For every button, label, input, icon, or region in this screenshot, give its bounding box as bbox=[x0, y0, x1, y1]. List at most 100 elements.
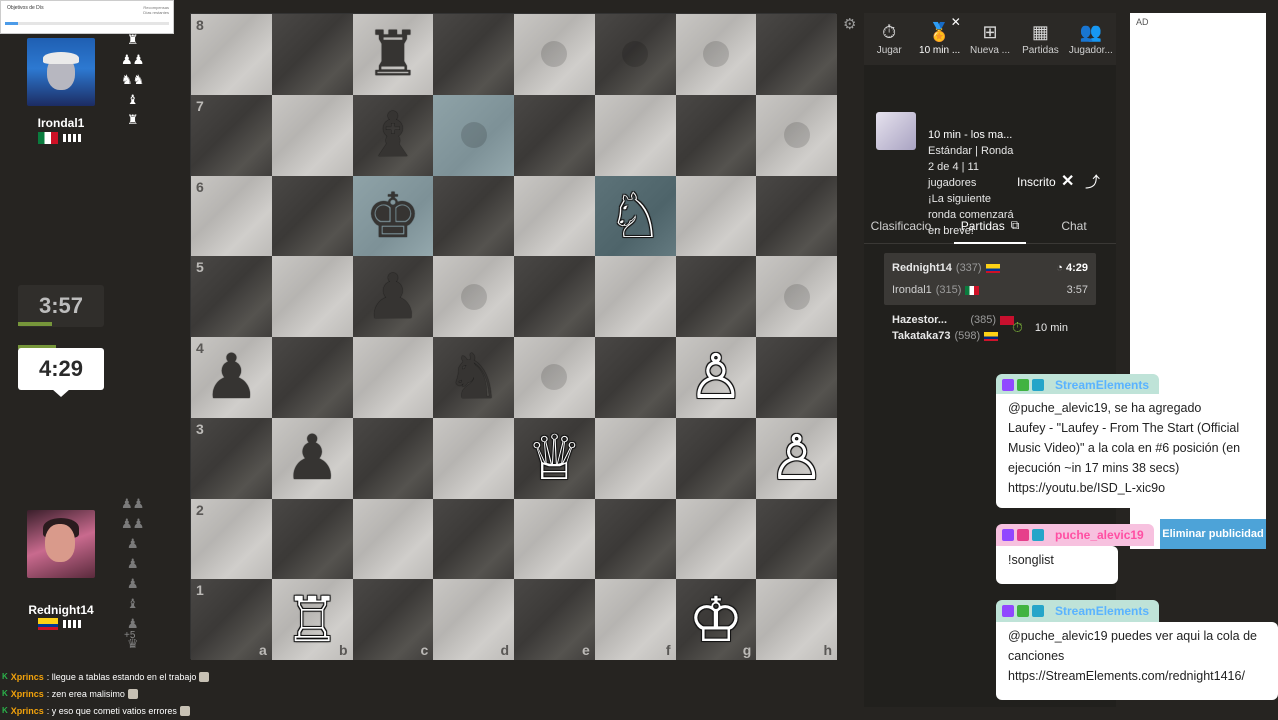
square-a7[interactable]: 7 bbox=[191, 94, 272, 176]
square-h5[interactable] bbox=[756, 256, 837, 337]
square-e6[interactable] bbox=[514, 175, 595, 257]
square-d4[interactable]: ♞ bbox=[433, 337, 514, 418]
move-hint-dot[interactable] bbox=[460, 122, 487, 149]
square-d3[interactable] bbox=[433, 417, 514, 499]
square-b5[interactable] bbox=[271, 256, 353, 337]
white-piece-g4[interactable]: ♙ bbox=[688, 346, 744, 408]
objectives-widget[interactable]: Objetivos de Dís Recompensas Días restan… bbox=[0, 0, 174, 34]
square-d5[interactable] bbox=[433, 256, 514, 337]
tab-standings[interactable]: Clasificacio... bbox=[864, 208, 948, 243]
game-row-current[interactable]: Rednight14 (337) ◔ 4:29 Irondal1 (315) 3… bbox=[884, 253, 1096, 305]
square-g2[interactable] bbox=[675, 498, 757, 580]
square-d1[interactable]: d bbox=[433, 579, 514, 660]
square-c5[interactable]: ♟ bbox=[352, 256, 434, 337]
chess-board[interactable]: 8 ♜ 7 ♝ 6 ♚ ♘ 5 ♟ 4 ♟ ♞ ♙ 3 ♟ ♕ ♙ 2 1 a b ♖ c d e f g ♔ h bbox=[190, 13, 837, 660]
square-a1[interactable]: 1a bbox=[191, 579, 272, 660]
square-b4[interactable] bbox=[271, 337, 353, 418]
close-icon[interactable]: ✕ bbox=[951, 15, 961, 29]
square-g7[interactable] bbox=[675, 94, 757, 176]
square-f3[interactable] bbox=[594, 417, 676, 499]
share-icon[interactable]: ⤴ bbox=[1085, 171, 1100, 192]
game-row[interactable]: Hazestor... (385) Takataka73 (598) ⏱ 10 … bbox=[884, 305, 1096, 357]
square-b2[interactable] bbox=[271, 498, 353, 580]
square-g1[interactable]: g ♔ bbox=[675, 579, 757, 660]
square-d7[interactable] bbox=[433, 94, 514, 176]
square-f4[interactable] bbox=[594, 337, 676, 418]
square-g4[interactable]: ♙ bbox=[675, 337, 757, 418]
move-hint-dot[interactable] bbox=[783, 122, 810, 149]
square-h3[interactable]: ♙ bbox=[756, 417, 837, 499]
square-e4[interactable] bbox=[514, 337, 595, 418]
square-c4[interactable] bbox=[352, 337, 434, 418]
square-a2[interactable]: 2 bbox=[191, 498, 272, 580]
white-piece-h3[interactable]: ♙ bbox=[769, 427, 825, 489]
square-e8[interactable] bbox=[514, 14, 595, 95]
square-e2[interactable] bbox=[514, 498, 595, 580]
square-c1[interactable]: c bbox=[352, 579, 434, 660]
square-a4[interactable]: 4 ♟ bbox=[191, 337, 272, 418]
square-h1[interactable]: h bbox=[756, 579, 837, 660]
black-piece-c6[interactable]: ♚ bbox=[365, 184, 421, 247]
square-f6[interactable]: ♘ bbox=[594, 175, 676, 257]
square-b8[interactable] bbox=[271, 14, 353, 95]
square-a3[interactable]: 3 bbox=[191, 417, 272, 499]
black-piece-b3[interactable]: ♟ bbox=[284, 427, 340, 489]
square-g8[interactable] bbox=[675, 14, 757, 95]
move-hint-dot[interactable] bbox=[460, 283, 487, 310]
square-e7[interactable] bbox=[514, 94, 595, 176]
square-f7[interactable] bbox=[594, 94, 676, 176]
square-h2[interactable] bbox=[756, 498, 837, 580]
external-link-icon[interactable]: ⧉ bbox=[1011, 218, 1020, 233]
square-c7[interactable]: ♝ bbox=[352, 94, 434, 176]
top-player-name[interactable]: Irondal1 bbox=[1, 116, 121, 130]
square-e1[interactable]: e bbox=[514, 579, 595, 660]
move-hint-dot[interactable] bbox=[541, 364, 568, 391]
square-a5[interactable]: 5 bbox=[191, 256, 272, 337]
white-piece-g1[interactable]: ♔ bbox=[688, 588, 744, 651]
nav-tournament-button[interactable]: 🏅 10 min ... ✕ bbox=[914, 13, 964, 65]
move-hint-dot[interactable] bbox=[541, 41, 568, 68]
black-piece-a4[interactable]: ♟ bbox=[204, 346, 260, 408]
gear-icon[interactable]: ⚙ bbox=[843, 15, 856, 33]
square-g5[interactable] bbox=[675, 256, 757, 337]
top-player-avatar[interactable] bbox=[27, 38, 95, 106]
white-piece-b1[interactable]: ♖ bbox=[284, 588, 340, 651]
bottom-player-avatar[interactable] bbox=[27, 510, 95, 578]
square-e5[interactable] bbox=[514, 256, 595, 337]
white-piece-f6[interactable]: ♘ bbox=[607, 184, 663, 247]
square-a6[interactable]: 6 bbox=[191, 175, 272, 257]
square-c8[interactable]: ♜ bbox=[352, 14, 434, 95]
move-hint-dot[interactable] bbox=[622, 41, 649, 68]
square-h4[interactable] bbox=[756, 337, 837, 418]
square-f5[interactable] bbox=[594, 256, 676, 337]
square-b6[interactable] bbox=[271, 175, 353, 257]
square-b3[interactable]: ♟ bbox=[271, 417, 353, 499]
square-f1[interactable]: f bbox=[594, 579, 676, 660]
square-g6[interactable] bbox=[675, 175, 757, 257]
square-c3[interactable] bbox=[352, 417, 434, 499]
move-hint-dot[interactable] bbox=[702, 41, 729, 68]
black-piece-d4[interactable]: ♞ bbox=[446, 346, 502, 408]
square-c2[interactable] bbox=[352, 498, 434, 580]
square-f2[interactable] bbox=[594, 498, 676, 580]
tab-games[interactable]: Partidas ⧉ bbox=[948, 208, 1032, 244]
square-d2[interactable] bbox=[433, 498, 514, 580]
square-b7[interactable] bbox=[271, 94, 353, 176]
square-b1[interactable]: b ♖ bbox=[271, 579, 353, 660]
close-icon[interactable]: ✕ bbox=[1061, 171, 1074, 191]
square-e3[interactable]: ♕ bbox=[514, 417, 595, 499]
remove-ads-button[interactable]: Eliminar publicidad bbox=[1160, 519, 1266, 549]
tournament-title[interactable]: 10 min - los ma... bbox=[928, 127, 1018, 143]
square-g3[interactable] bbox=[675, 417, 757, 499]
black-piece-c8[interactable]: ♜ bbox=[365, 23, 421, 85]
tab-chat[interactable]: Chat bbox=[1032, 208, 1116, 243]
square-a8[interactable]: 8 bbox=[191, 14, 272, 95]
black-piece-c5[interactable]: ♟ bbox=[365, 265, 421, 328]
nav-players-button[interactable]: 👥 Jugador... bbox=[1066, 13, 1116, 65]
nav-play-button[interactable]: ⏱ Jugar bbox=[864, 13, 914, 65]
square-c6[interactable]: ♚ bbox=[352, 175, 434, 257]
bottom-player-name[interactable]: Rednight14 bbox=[1, 603, 121, 617]
black-piece-c7[interactable]: ♝ bbox=[365, 104, 421, 166]
square-h8[interactable] bbox=[756, 14, 837, 95]
square-h6[interactable] bbox=[756, 175, 837, 257]
